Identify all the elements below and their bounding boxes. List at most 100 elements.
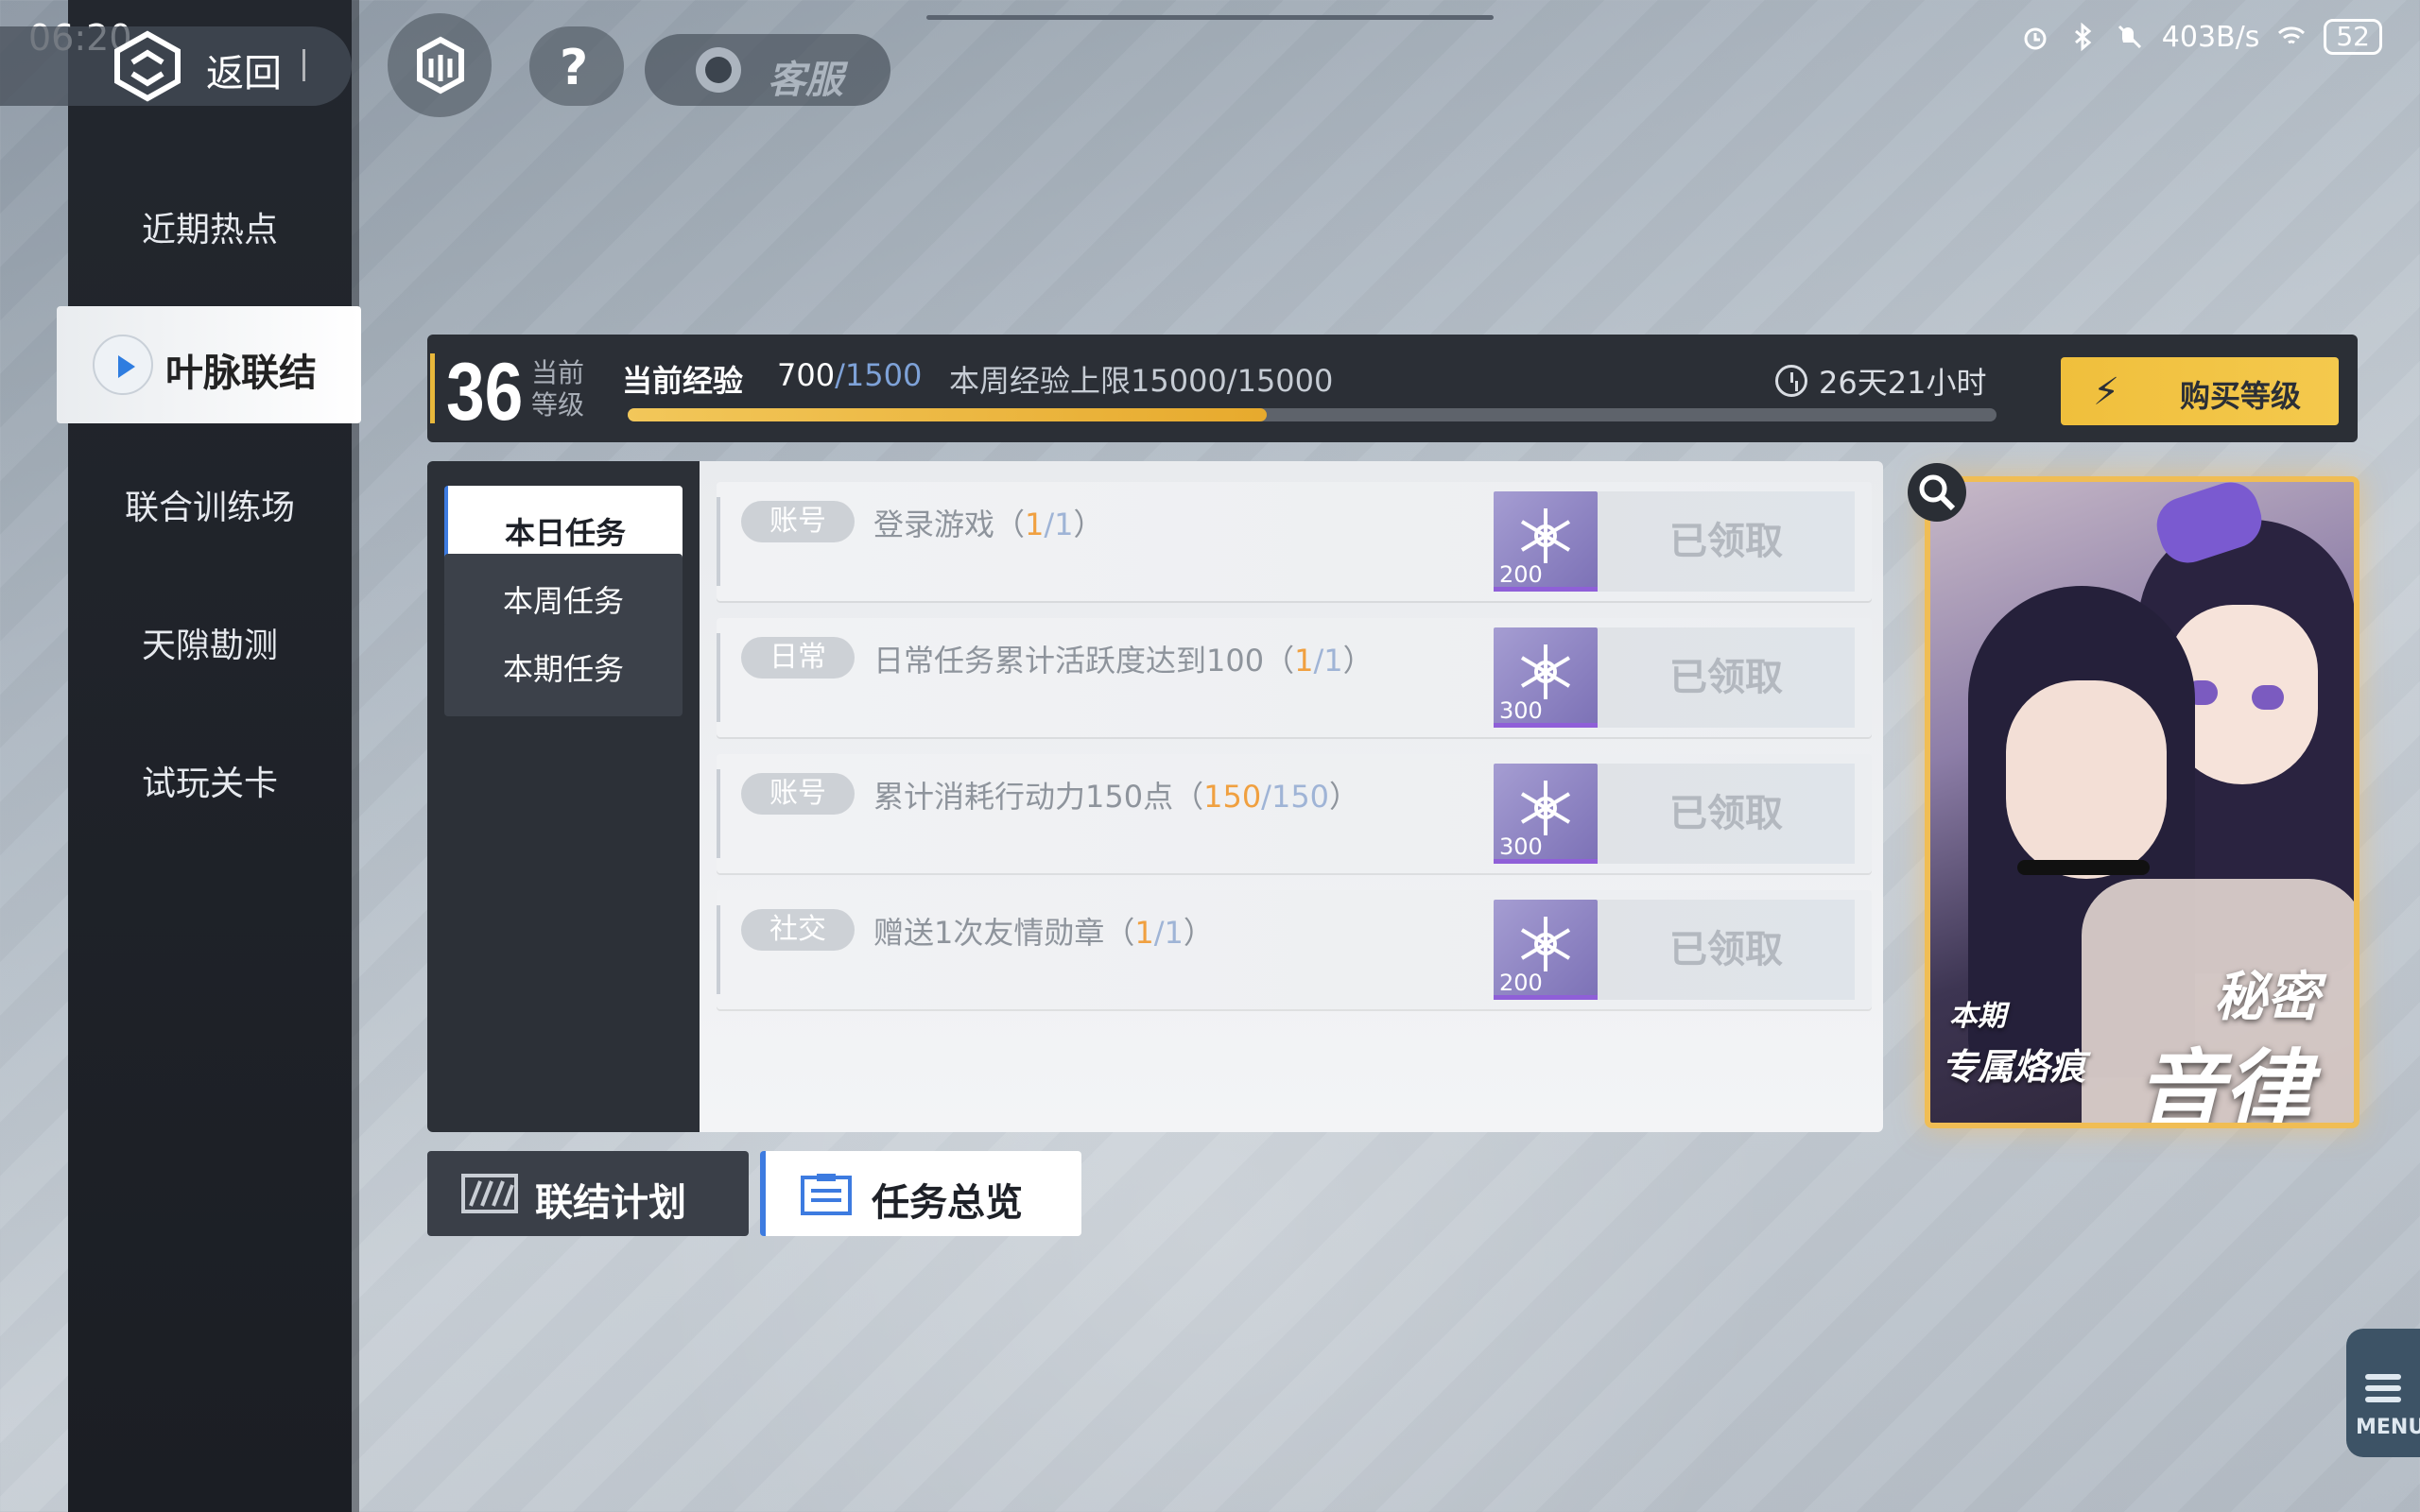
tab-period[interactable]: 本期任务 <box>444 622 683 716</box>
mute-icon <box>2118 25 2141 49</box>
promo-card[interactable]: 本期 专属烙痕 秘密 音律 <box>1925 476 2360 1128</box>
reward-item[interactable]: 300 <box>1494 764 1598 864</box>
level-caption: 当前等级 <box>531 357 585 421</box>
network-speed: 403B/s <box>2161 20 2260 54</box>
claimed-button[interactable]: 已领取 <box>1598 764 1855 864</box>
reward-quantity: 200 <box>1499 561 1543 588</box>
exp-value: 700/1500 <box>777 357 922 393</box>
current-level: 36 <box>446 347 524 438</box>
task-title: 累计消耗行动力150点（150/150） <box>873 773 1359 816</box>
task-tabs: 本日任务 ▶▶ 本周任务 本期任务 <box>427 461 700 1132</box>
help-button[interactable]: ? <box>529 26 624 106</box>
task-row: 日常 日常任务累计活跃度达到100（1/1） 300 已领取 <box>717 618 1872 737</box>
task-row: 账号 累计消耗行动力150点（150/150） 300 已领取 <box>717 754 1872 873</box>
weekly-exp-cap: 本周经验上限15000/15000 <box>949 363 1334 399</box>
exp-progress-bar <box>628 408 1996 421</box>
headset-icon <box>696 47 741 93</box>
customer-service-button[interactable]: 客服 <box>645 34 890 106</box>
sidebar-item-hot[interactable]: 近期热点 <box>68 202 352 251</box>
claimed-button[interactable]: 已领取 <box>1598 491 1855 592</box>
battery-icon: 52 <box>2324 19 2382 55</box>
snowflake-icon <box>1520 644 1571 699</box>
menu-button[interactable]: MENU <box>2346 1329 2420 1457</box>
home-button[interactable] <box>388 13 492 117</box>
sidebar-item-label: 试玩关卡 <box>141 765 278 803</box>
sidebar-item-trial[interactable]: 试玩关卡 <box>68 756 352 805</box>
timer-text: 26天21小时 <box>1819 365 1987 401</box>
home-icon <box>417 36 464 94</box>
character-eye <box>2252 685 2284 710</box>
task-progress-current: 150 <box>1203 779 1262 815</box>
snowflake-icon <box>1520 508 1571 563</box>
reward-bar <box>1494 587 1598 592</box>
buy-level-button[interactable]: ⚡ 购买等级 <box>2061 357 2339 425</box>
task-title-close: ） <box>1183 915 1214 951</box>
task-progress-total: /1 <box>1044 507 1074 542</box>
bluetooth-icon <box>2074 22 2092 52</box>
row-edge <box>717 497 720 586</box>
reward-quantity: 300 <box>1499 833 1543 860</box>
task-category-tag: 账号 <box>741 501 855 542</box>
sidebar-item-survey[interactable]: 天隙勘测 <box>68 618 352 667</box>
magnifier-icon <box>1919 474 1956 511</box>
task-title: 赠送1次友情勋章（1/1） <box>873 909 1214 953</box>
clock-icon <box>1775 365 1807 397</box>
task-title-close: ） <box>1329 779 1360 815</box>
promo-title-line2: 音律 <box>2136 1040 2311 1128</box>
play-icon <box>93 335 153 395</box>
sidebar-item-label: 联合训练场 <box>124 489 295 527</box>
back-label: 返回 <box>206 52 282 95</box>
row-edge <box>717 905 720 994</box>
task-overview-label: 任务总览 <box>872 1181 1023 1225</box>
status-icons: 403B/s 52 <box>2020 19 2382 55</box>
reward-item[interactable]: 200 <box>1494 900 1598 1000</box>
sidebar-item-training[interactable]: 联合训练场 <box>68 480 352 529</box>
tab-label: 本日任务 <box>504 515 626 551</box>
task-progress-total: /1 <box>1313 643 1343 679</box>
reward-quantity: 300 <box>1499 697 1543 724</box>
task-row: 账号 登录游戏（1/1） 200 已领取 <box>717 482 1872 601</box>
exp-max: /1500 <box>835 357 923 393</box>
snowflake-icon <box>1520 917 1571 971</box>
service-label: 客服 <box>768 59 843 102</box>
lightning-icon: ⚡ <box>2093 370 2120 414</box>
task-category-tag: 日常 <box>741 637 855 679</box>
plan-icon <box>461 1174 518 1213</box>
claimed-button[interactable]: 已领取 <box>1598 900 1855 1000</box>
sidebar-edge <box>352 0 359 1512</box>
reward-bar <box>1494 859 1598 864</box>
task-title-text: 登录游戏（ <box>873 507 1026 542</box>
task-category-tag: 社交 <box>741 909 855 951</box>
reward-item[interactable]: 200 <box>1494 491 1598 592</box>
task-title-text: 日常任务累计活跃度达到100（ <box>873 643 1295 679</box>
reward-bar <box>1494 995 1598 1000</box>
gesture-pill <box>926 15 1494 20</box>
season-timer: 26天21小时 <box>1775 359 1986 403</box>
zoom-button[interactable] <box>1908 463 1966 522</box>
promo-sub-label: 本期 <box>1949 1000 2006 1033</box>
exp-progress-fill <box>628 408 1268 421</box>
level-accent <box>430 353 435 423</box>
claimed-button[interactable]: 已领取 <box>1598 627 1855 728</box>
snowflake-icon <box>1520 781 1571 835</box>
game-logo-icon <box>114 30 181 102</box>
character-choker <box>2017 860 2150 875</box>
wifi-icon <box>2278 26 2306 44</box>
task-title-close: ） <box>1342 643 1374 679</box>
menu-icon <box>2365 1374 2401 1380</box>
reward-item[interactable]: 300 <box>1494 627 1598 728</box>
clipboard-icon <box>801 1174 852 1215</box>
task-progress-total: /1 <box>1153 915 1184 951</box>
task-title-text: 累计消耗行动力150点（ <box>873 779 1204 815</box>
alarm-icon <box>2024 27 2047 50</box>
task-title-text: 赠送1次友情勋章（ <box>873 915 1135 951</box>
task-row: 社交 赠送1次友情勋章（1/1） 200 已领取 <box>717 890 1872 1009</box>
task-progress-current: 1 <box>1294 643 1314 679</box>
row-edge <box>717 769 720 858</box>
row-edge <box>717 633 720 722</box>
buy-level-label: 购买等级 <box>2180 378 2302 414</box>
link-plan-button[interactable]: 联结计划 <box>427 1151 749 1236</box>
tab-label: 本期任务 <box>502 651 624 687</box>
sidebar-item-leaf-link[interactable]: 叶脉联结 <box>57 306 361 423</box>
task-overview-button[interactable]: 任务总览 <box>760 1151 1081 1236</box>
